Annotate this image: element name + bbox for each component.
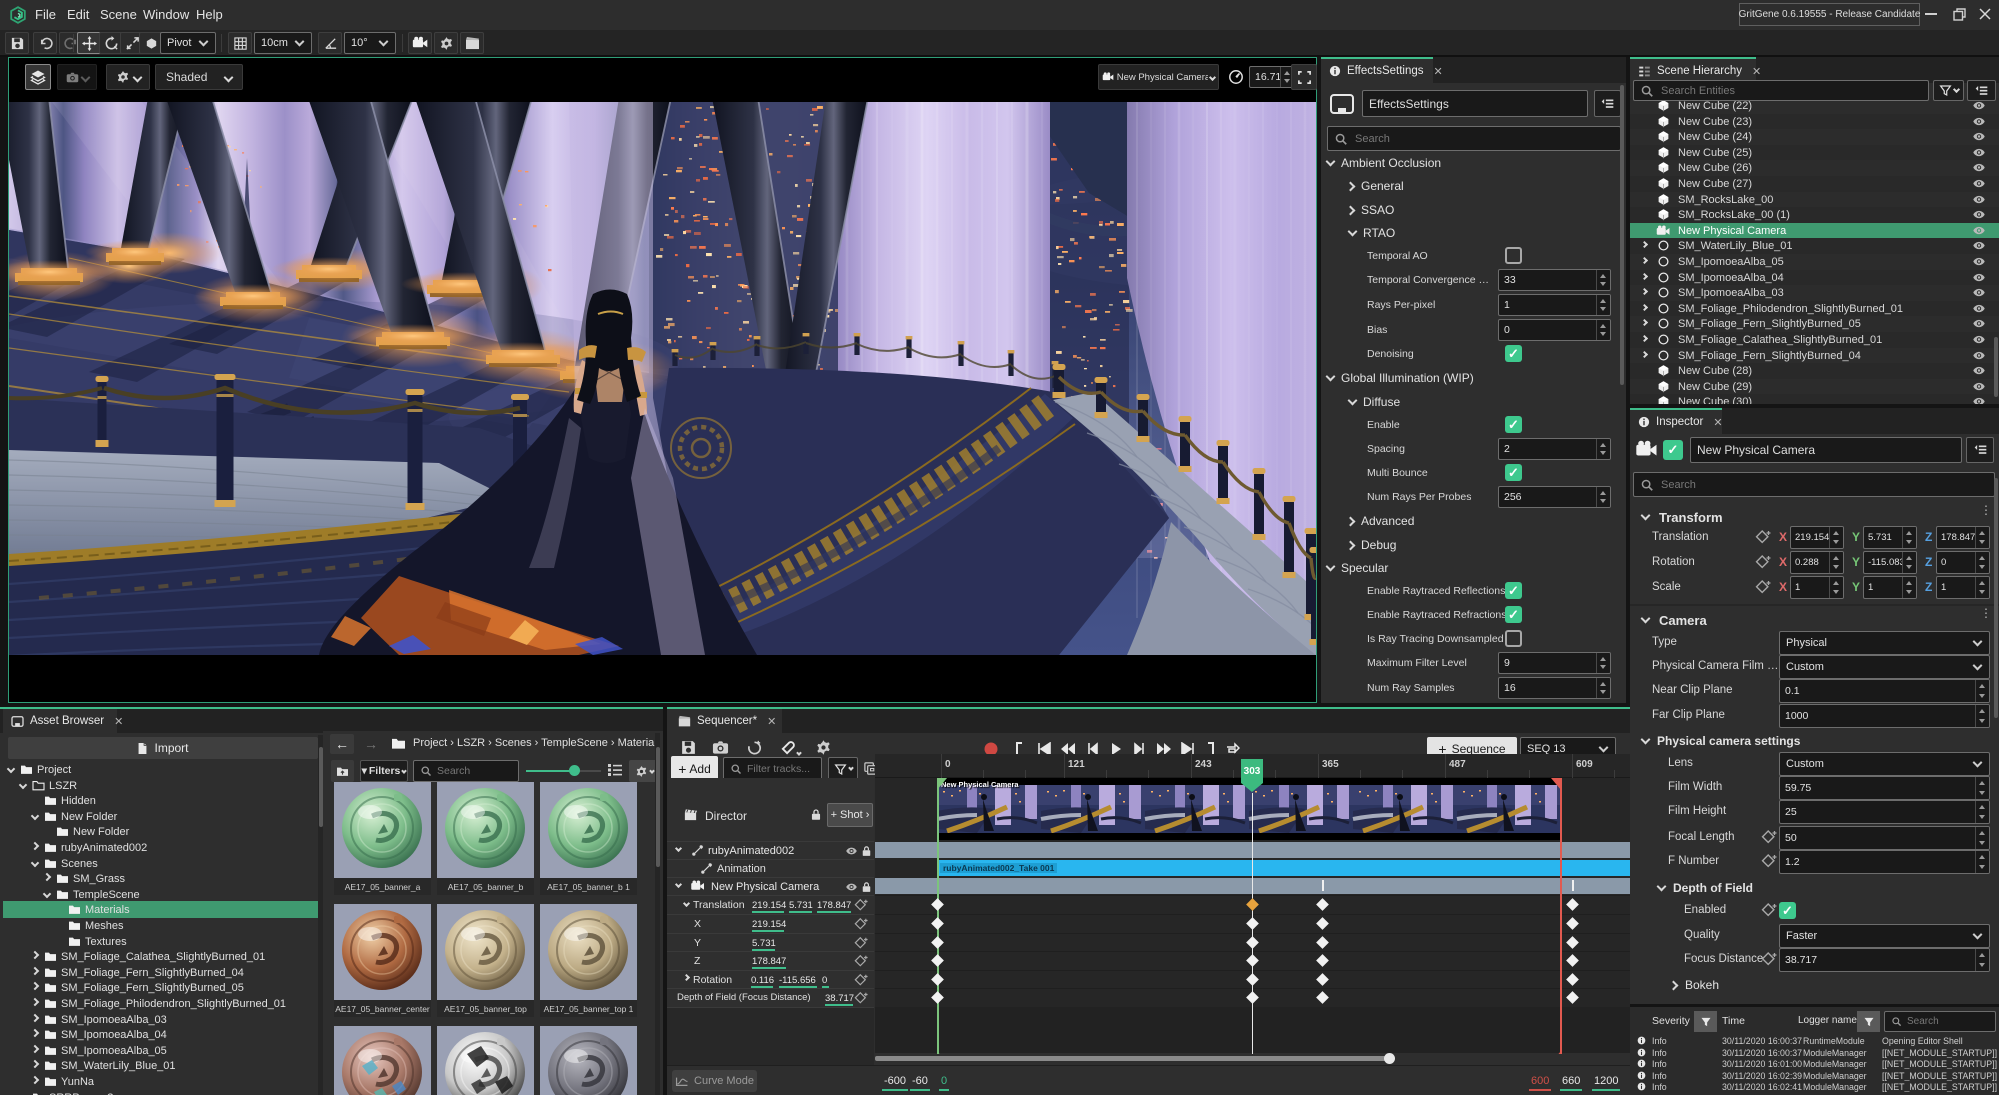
- svg-text:303: 303: [1244, 766, 1261, 777]
